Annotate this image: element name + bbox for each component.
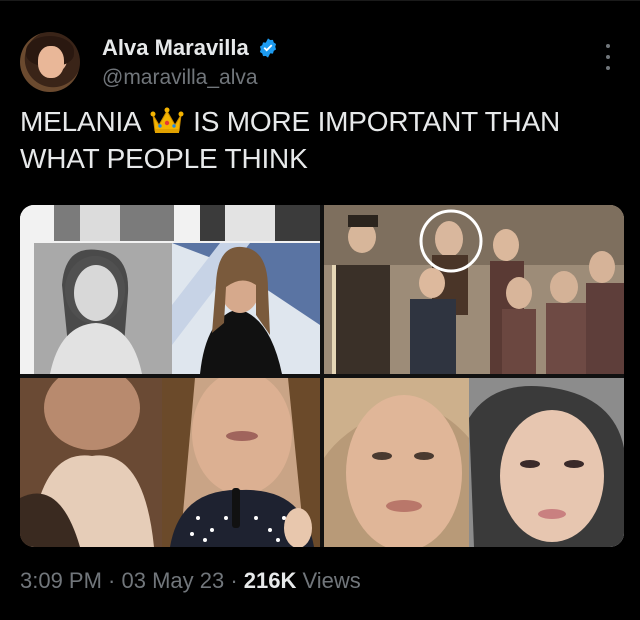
- meta-separator: ·: [224, 568, 244, 593]
- more-dot: [606, 66, 610, 70]
- closeup-image-left: [20, 378, 320, 547]
- media-image-top-right[interactable]: [324, 205, 624, 374]
- tweet-date[interactable]: 03 May 23: [122, 568, 225, 593]
- media-image-bottom-right[interactable]: [324, 378, 624, 547]
- author-name-row: Alva Maravilla: [102, 35, 279, 61]
- avatar-face: [38, 46, 64, 78]
- media-image-bottom-left[interactable]: [20, 378, 320, 547]
- verified-badge-icon: [259, 38, 276, 58]
- views-count: 216K: [243, 568, 297, 593]
- tweet-time[interactable]: 3:09 PM: [20, 568, 102, 593]
- group-photo-image: [324, 205, 624, 374]
- more-dot: [606, 55, 610, 59]
- top-divider: [0, 0, 640, 1]
- meta-separator: ·: [101, 568, 122, 593]
- media-image-top-left[interactable]: [20, 205, 320, 374]
- crown-emoji-icon: [150, 107, 184, 133]
- more-options-icon[interactable]: [604, 44, 612, 70]
- author-handle[interactable]: @maravilla_alva: [102, 66, 258, 90]
- views-label: Views: [296, 568, 361, 593]
- tweet-media-grid[interactable]: [20, 205, 624, 547]
- avatar[interactable]: [20, 32, 80, 92]
- tweet-text-part1: MELANIA: [20, 106, 140, 137]
- collage-image: [20, 205, 320, 374]
- closeup-image-right: [324, 378, 624, 547]
- tweet-text: MELANIA IS MORE IMPORTANT THAN WHAT PEOP…: [20, 103, 620, 177]
- more-dot: [606, 44, 610, 48]
- author-display-name[interactable]: Alva Maravilla: [102, 35, 249, 61]
- tweet-meta: 3:09 PM · 03 May 23 · 216K Views: [20, 568, 361, 594]
